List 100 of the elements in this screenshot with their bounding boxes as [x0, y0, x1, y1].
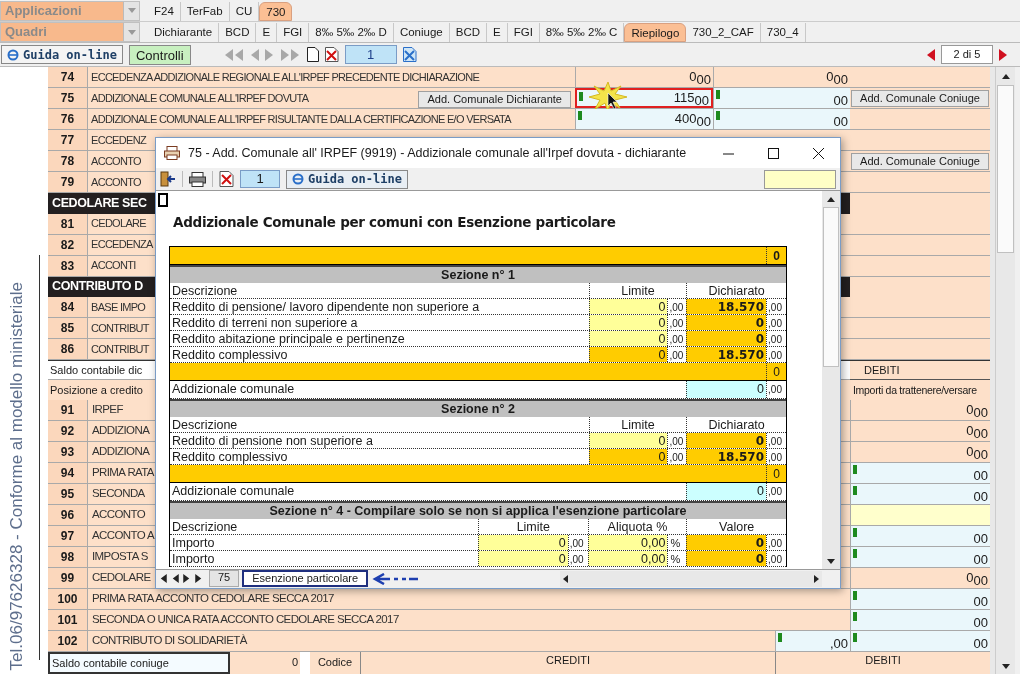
check-button[interactable]: Controlli	[128, 44, 191, 65]
row-label: Addizionale comunale	[171, 381, 296, 398]
page-field[interactable]: 1	[240, 170, 280, 188]
last-sheet-icon[interactable]	[195, 574, 203, 583]
value-cell: 0	[686, 483, 767, 500]
scroll-left-icon[interactable]	[563, 574, 568, 583]
amount-field[interactable]: 00	[713, 88, 850, 108]
tab[interactable]: 730_2_CAF	[686, 23, 761, 42]
scrollbar[interactable]	[822, 191, 840, 569]
input-field[interactable]	[764, 169, 836, 189]
side-button[interactable]: Add. Comunale Dichiarante	[418, 91, 571, 108]
next-page-icon[interactable]	[999, 48, 1009, 61]
document-delete-icon[interactable]	[219, 171, 234, 187]
first-sheet-icon[interactable]	[159, 574, 167, 583]
tab[interactable]: 730	[259, 1, 293, 21]
row-label: CONTRIBUTO DI SOLIDARIETÀ	[92, 633, 247, 649]
amount-field[interactable]: 00	[850, 589, 990, 609]
value-cell: 0	[686, 433, 767, 448]
cents-text: ,00	[766, 433, 786, 448]
tab[interactable]: BCD	[219, 23, 257, 42]
side-button[interactable]: Add. Comunale Coniuge	[851, 89, 989, 107]
browser-e-icon	[7, 48, 19, 61]
scroll-thumb[interactable]	[997, 85, 1014, 253]
row-label: Reddito complessivo	[171, 449, 289, 464]
amount-field[interactable]: 40000	[575, 109, 713, 129]
amount-field[interactable]: 00	[850, 547, 990, 567]
cents-text: ,00	[766, 449, 786, 464]
amount-cell: 000	[575, 67, 713, 87]
amount-field[interactable]: 00	[850, 610, 990, 630]
marker-icon	[579, 92, 583, 101]
value-cell: 0	[686, 551, 767, 566]
previous-page-icon[interactable]	[925, 48, 935, 61]
exit-door-icon[interactable]	[160, 171, 176, 187]
value-cell[interactable]: 0	[588, 433, 668, 448]
tab[interactable]: 8‰ 5‰ 2‰ D	[309, 23, 394, 42]
pager-field: 2 di 5	[941, 45, 993, 64]
sheet-tab[interactable]: Esenzione particolare	[242, 570, 369, 587]
close-icon[interactable]	[813, 147, 824, 159]
scroll-right-icon[interactable]	[814, 574, 819, 583]
document-icon[interactable]	[306, 47, 319, 62]
scroll-down-icon[interactable]	[827, 558, 835, 564]
printer-icon[interactable]	[189, 171, 206, 187]
row-label: Reddito abitazione principale e pertinenze	[171, 331, 406, 346]
scroll-up-icon[interactable]	[1001, 73, 1010, 79]
scroll-up-icon[interactable]	[827, 196, 835, 202]
page-field[interactable]: 1	[344, 45, 397, 64]
help-button[interactable]: Guida on-line	[286, 169, 408, 189]
value-cell[interactable]: 0	[588, 299, 668, 314]
row-number: 97	[48, 526, 88, 546]
next-sheet-icon[interactable]	[183, 574, 191, 583]
help-button[interactable]: Guida on-line	[1, 45, 123, 64]
tab[interactable]: E	[487, 23, 508, 42]
scroll-thumb[interactable]	[823, 207, 839, 367]
amount-field[interactable]: 00	[850, 631, 990, 651]
cents-text: ,00	[766, 551, 786, 566]
amount-field[interactable]: 00	[850, 463, 990, 483]
tab[interactable]: 730_4	[760, 23, 806, 42]
row-label: ADDIZIONALE COMUNALE ALL'IRPEF DOVUTA	[91, 90, 309, 106]
tab[interactable]: F24	[148, 1, 181, 21]
column-header: Limite	[588, 417, 687, 432]
column-header: Dichiarato	[686, 417, 786, 432]
row-label: ECCEDENZ	[91, 132, 146, 148]
document-delete-icon[interactable]	[324, 47, 339, 62]
row-label: ECCEDENZA ADDIZIONALE REGIONALE ALL'IRPEF PRECEDENTE DICHIARAZIONE	[91, 69, 480, 85]
marker-icon	[853, 612, 857, 621]
horizontal-scrollbar[interactable]	[560, 570, 822, 587]
tab[interactable]: FGI	[277, 23, 310, 42]
scrollbar[interactable]	[995, 67, 1015, 674]
side-note: Tel.06/97626328 - Conforme al modello ministeriale	[6, 281, 27, 670]
amount-field[interactable]: 00	[713, 109, 850, 129]
previous-sheet-icon[interactable]	[171, 574, 179, 583]
document-x-icon[interactable]	[402, 47, 417, 62]
marker-icon	[716, 111, 720, 120]
tab[interactable]: FGI	[507, 23, 540, 42]
tab[interactable]: E	[256, 23, 278, 42]
value-cell[interactable]: 0	[588, 331, 668, 346]
value-cell: 18.570	[686, 299, 767, 314]
value-cell[interactable]: 0,00	[587, 535, 668, 550]
side-button[interactable]: Add. Comunale Coniuge	[851, 152, 989, 170]
sheet-tab[interactable]: 75	[209, 570, 240, 587]
amount-field[interactable]: ,00	[775, 631, 850, 651]
column-header: Limite	[478, 519, 588, 534]
amount-field[interactable]: 00	[850, 526, 990, 546]
amount-cell: 000	[850, 442, 990, 462]
value-cell[interactable]: 0	[478, 551, 568, 566]
tab[interactable]: Riepilogo	[624, 23, 687, 42]
value-cell[interactable]: 0,00	[587, 551, 668, 566]
value-cell[interactable]: 0	[588, 315, 668, 330]
amount-field[interactable]: 00	[850, 484, 990, 504]
tab[interactable]: Coniuge	[393, 23, 450, 42]
tab[interactable]: TerFab	[180, 1, 230, 21]
cents-text: ,00	[766, 315, 786, 330]
tab[interactable]: BCD	[449, 23, 487, 42]
scroll-down-icon[interactable]	[1001, 663, 1010, 669]
cents-text: ,00	[766, 347, 786, 362]
marker-icon	[853, 486, 857, 495]
value-cell[interactable]: 0	[478, 535, 568, 550]
tab[interactable]: Dichiarante	[148, 23, 220, 42]
amount-field[interactable]	[850, 505, 990, 525]
maximize-icon[interactable]	[768, 147, 779, 159]
